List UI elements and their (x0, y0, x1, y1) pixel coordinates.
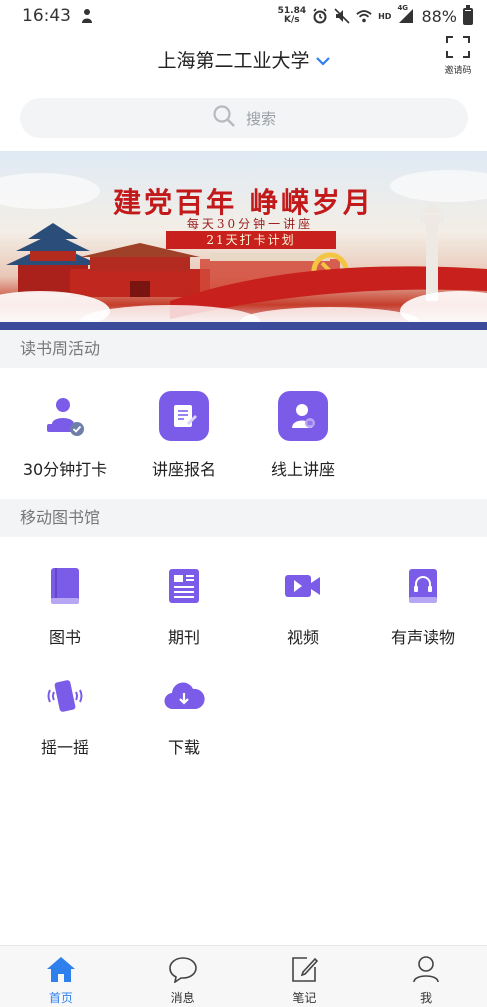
school-name: 上海第二工业大学 (157, 50, 310, 72)
section-mobile-library: 移动图书馆 (0, 499, 487, 537)
grid-label: 30分钟打卡 (22, 460, 108, 479)
video-icon (277, 560, 329, 612)
signal-icon: 4G (397, 4, 415, 24)
home-icon (46, 955, 76, 987)
status-time: 16:43 (22, 6, 71, 26)
chevron-down-icon (315, 49, 330, 71)
battery-percent: 88% (421, 6, 457, 26)
grid-item-journals[interactable]: 期刊 (129, 560, 239, 648)
promo-banner[interactable]: 建党百年 峥嵘岁月 每天30分钟一讲座 21天打卡计划 (0, 151, 487, 330)
grid-item-books[interactable]: 图书 (10, 560, 120, 648)
bottom-tab-bar: 首页 消息 笔记 我 (0, 945, 487, 1007)
reader-check-icon (39, 390, 91, 442)
grid-label: 图书 (48, 628, 81, 647)
grid-label: 视频 (286, 628, 319, 647)
grid-label: 期刊 (167, 628, 200, 647)
grid-label: 讲座报名 (151, 460, 216, 479)
wifi-icon (356, 8, 372, 24)
cloud-download-icon (158, 670, 210, 722)
network-type: HD (378, 11, 392, 21)
search-icon (212, 104, 236, 132)
school-selector[interactable]: 上海第二工业大学 (0, 46, 487, 73)
grid-item-videos[interactable]: 视频 (248, 560, 358, 648)
notification-icon (79, 8, 95, 24)
battery-icon (463, 4, 473, 25)
grid-item-checkin[interactable]: 30分钟打卡 (10, 390, 120, 480)
grid-item-download[interactable]: 下载 (129, 670, 239, 758)
form-edit-icon (159, 391, 209, 441)
tab-messages[interactable]: 消息 (122, 946, 244, 1007)
grid-label: 摇一摇 (40, 738, 89, 757)
net-speed: 51.84 K/s (277, 6, 307, 25)
grid-label: 线上讲座 (270, 460, 335, 479)
grid-item-lecture-signup[interactable]: 讲座报名 (129, 390, 239, 480)
shake-phone-icon (39, 670, 91, 722)
scan-icon (446, 36, 470, 62)
grid-item-audiobooks[interactable]: 有声读物 (368, 560, 478, 648)
invite-code-button[interactable]: 邀请码 (441, 36, 475, 76)
user-icon (411, 955, 441, 987)
journal-icon (158, 560, 210, 612)
gate-illustration (70, 243, 210, 297)
audiobook-icon (397, 560, 449, 612)
tab-label: 笔记 (292, 991, 317, 1005)
banner-plan: 21天打卡计划 (166, 231, 336, 249)
invite-code-label: 邀请码 (444, 66, 472, 76)
tab-me[interactable]: 我 (365, 946, 487, 1007)
grid-item-online-lecture[interactable]: 线上讲座 (248, 390, 358, 480)
tab-label: 我 (420, 991, 433, 1005)
alarm-icon (312, 8, 328, 24)
tab-home[interactable]: 首页 (0, 946, 122, 1007)
grid-label: 有声读物 (390, 628, 455, 647)
tab-label: 消息 (170, 991, 195, 1005)
message-icon (168, 955, 198, 987)
section-reading-week: 读书周活动 (0, 330, 487, 368)
tab-notes[interactable]: 笔记 (244, 946, 366, 1007)
grid-label: 下载 (167, 738, 200, 757)
grid-item-shake[interactable]: 摇一摇 (10, 670, 120, 758)
header: 上海第二工业大学 邀请码 (0, 32, 487, 88)
book-icon (39, 560, 91, 612)
tab-label: 首页 (48, 991, 73, 1005)
status-bar: 16:43 51.84 K/s HD 4G 88% (0, 0, 487, 32)
note-icon (289, 955, 319, 987)
search-placeholder: 搜索 (245, 109, 276, 128)
speaker-icon (278, 391, 328, 441)
mute-icon (334, 8, 350, 24)
banner-subtitle: 每天30分钟一讲座 (186, 217, 314, 231)
search-bar[interactable]: 搜索 (20, 98, 468, 138)
